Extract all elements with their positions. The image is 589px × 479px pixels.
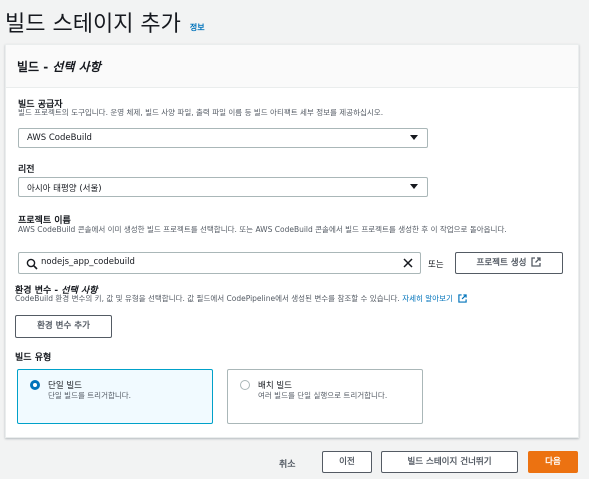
build-stage-panel: 빌드 - 선택 사항 빌드 공급자 빌드 프로젝트의 도구입니다. 운영 체제,… [5, 44, 579, 438]
radio-button-selected[interactable] [30, 380, 40, 390]
env-vars-description-text: CodeBuild 환경 변수의 키, 값 및 유형을 선택합니다. 값 필드에… [15, 294, 403, 303]
caret-down-icon [410, 135, 418, 140]
page-title-text: 빌드 스테이지 추가 [5, 12, 181, 37]
panel-heading-optional: 선택 사항 [52, 60, 101, 74]
build-provider-select[interactable]: AWS CodeBuild [18, 128, 428, 148]
create-project-label: 프로젝트 생성 [476, 258, 527, 268]
radio-single-build-title: 단일 빌드 [48, 381, 82, 391]
previous-button[interactable]: 이전 [322, 451, 372, 473]
panel-heading: 빌드 - [17, 60, 53, 74]
project-name-description: AWS CodeBuild 콘솔에서 이미 생성한 빌드 프로젝트를 선택합니다… [18, 225, 507, 234]
radio-batch-build[interactable]: 배치 빌드 여러 빌드를 단일 실행으로 트리거합니다. [227, 369, 423, 424]
region-label: 리전 [18, 165, 35, 175]
region-value: 아시아 태평양 (서울) [27, 184, 102, 194]
external-link-icon[interactable] [458, 294, 467, 303]
radio-batch-build-description: 여러 빌드를 단일 실행으로 트리거합니다. [258, 391, 388, 400]
project-name-value: nodejs_app_codebuild [41, 257, 135, 267]
build-type-label: 빌드 유형 [15, 353, 52, 363]
env-vars-description: CodeBuild 환경 변수의 키, 값 및 유형을 선택합니다. 값 필드에… [15, 294, 575, 303]
panel-header: 빌드 - 선택 사항 [6, 45, 578, 88]
radio-single-build[interactable]: 단일 빌드 단일 빌드를 트리거합니다. [17, 369, 213, 424]
region-select[interactable]: 아시아 태평양 (서울) [18, 177, 428, 197]
radio-batch-build-title: 배치 빌드 [258, 381, 292, 391]
radio-single-build-description: 단일 빌드를 트리거합니다. [48, 391, 132, 400]
search-icon [26, 258, 38, 270]
info-link[interactable]: 정보 [190, 23, 205, 32]
next-button[interactable]: 다음 [528, 451, 578, 473]
radio-button[interactable] [240, 380, 250, 390]
add-env-var-button[interactable]: 환경 변수 추가 [15, 315, 112, 338]
build-provider-description: 빌드 프로젝트의 도구입니다. 운영 체제, 빌드 사양 파일, 출력 파일 이… [18, 108, 384, 117]
external-link-icon [531, 257, 542, 267]
page-title: 빌드 스테이지 추가 정보 [5, 6, 205, 38]
create-project-button[interactable]: 프로젝트 생성 [455, 252, 563, 274]
cancel-button[interactable]: 취소 [279, 457, 296, 470]
learn-more-link[interactable]: 자세히 알아보기 [402, 294, 453, 303]
build-provider-value: AWS CodeBuild [27, 133, 92, 143]
close-icon[interactable] [402, 257, 414, 269]
project-name-search[interactable]: nodejs_app_codebuild [18, 252, 421, 274]
caret-down-icon [410, 184, 418, 189]
or-text: 또는 [428, 260, 444, 270]
skip-build-stage-button[interactable]: 빌드 스테이지 건너뛰기 [381, 451, 518, 473]
